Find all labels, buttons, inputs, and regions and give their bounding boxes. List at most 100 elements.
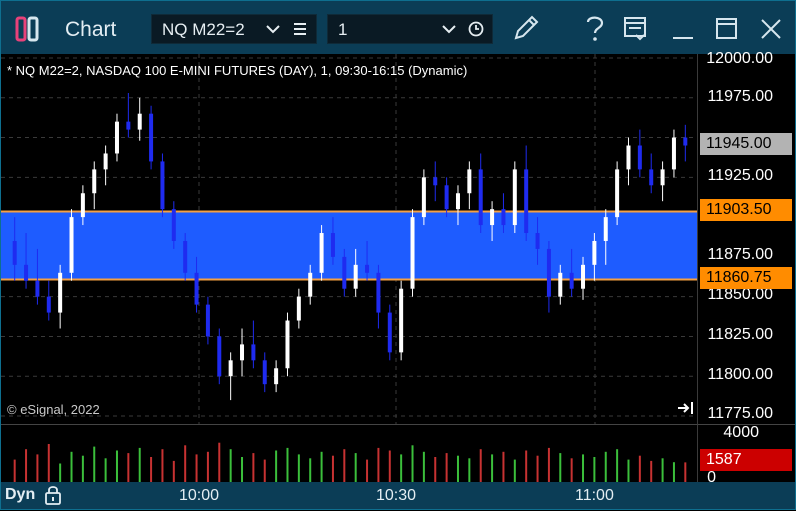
candle-up [671,137,676,170]
price-tick-label: 12000.00 [706,50,773,67]
volume-last-tag: 1587 [700,449,792,471]
pencil-icon[interactable] [511,13,541,48]
copyright-label: © eSignal, 2022 [7,402,100,417]
candle-down [330,233,335,257]
candle-up [69,217,74,273]
interval-value[interactable]: 1 [338,20,347,40]
band-top-price-tag: 11903.50 [700,199,792,221]
candle-up [615,169,620,218]
candle-down [683,137,688,146]
candle-down [342,256,347,289]
candle-down [649,169,654,186]
clock-icon[interactable] [468,21,484,42]
candle-up [319,233,324,273]
time-tick-label: 10:30 [376,487,417,504]
candle-down [262,360,267,385]
candle-down [160,161,165,210]
price-tick-label: 11975.00 [707,88,773,105]
candle-down [365,264,370,273]
candle-up [421,177,426,218]
candle-up [512,169,517,226]
candle-up [455,193,460,210]
time-axis[interactable]: Dyn 10:00 10:30 11:00 [1,482,795,509]
minimize-icon[interactable] [671,17,695,46]
candle-down [171,209,176,241]
candle-down [35,280,40,297]
title-bar: Chart NQ M22=2 1 [1,1,795,54]
candle-down [569,272,574,289]
candle-down [535,233,540,249]
candle-down [444,185,449,210]
chart-header: * NQ M22=2, NASDAQ 100 E-MINI FUTURES (D… [7,63,468,78]
price-tick-label: 11875.00 [707,246,773,263]
symbol-combo[interactable]: NQ M22=2 [151,14,317,44]
candle-up [558,272,563,297]
time-tick-label: 11:00 [575,487,614,504]
candle-down [501,209,506,226]
symbol-value[interactable]: NQ M22=2 [162,20,245,40]
candle-down [387,312,392,353]
price-chart[interactable]: * NQ M22=2, NASDAQ 100 E-MINI FUTURES (D… [1,54,697,424]
price-tick-label: 11925.00 [707,167,773,184]
candle-up [603,217,608,241]
candle-up [308,272,313,297]
price-axis[interactable]: 12000.00 11975.00 11925.00 11875.00 1185… [697,50,795,424]
candle-up [92,169,97,194]
list-icon[interactable] [292,21,308,42]
candle-down [478,169,483,226]
price-tick-label: 11775.00 [707,405,773,422]
candle-down [217,336,222,377]
candle-down [46,296,51,313]
volume-axis: 4000 1587 0 [697,424,795,486]
candle-down [183,240,188,273]
candle-down [24,264,29,281]
candle-up [240,344,245,361]
chevron-down-icon[interactable] [265,21,281,42]
dyn-mode-label[interactable]: Dyn [5,486,35,504]
candle-down [546,248,551,297]
last-price-tag: 11945.00 [700,133,792,155]
candle-up [228,360,233,377]
candle-down [194,272,199,305]
candle-down [205,304,210,337]
candle-up [58,272,63,313]
scroll-to-end-icon[interactable] [677,401,695,420]
candle-up [490,209,495,226]
candle-up [285,320,290,369]
candle-up [626,145,631,170]
candle-down [251,344,256,361]
price-tick-label: 11800.00 [707,366,773,383]
template-icon[interactable] [623,15,649,46]
app-logo-icon [15,16,49,47]
volume-plot[interactable] [1,425,697,483]
candle-up [660,169,665,186]
band-bottom-price-tag: 11860.75 [700,267,792,289]
close-icon[interactable] [759,17,783,46]
candle-down [126,121,131,130]
candle-up [103,153,108,170]
app-title: Chart [65,18,117,41]
candle-up [592,240,597,265]
candle-up [296,296,301,321]
help-icon[interactable] [584,13,606,48]
candle-down [149,113,154,162]
candle-down [376,272,381,313]
candle-up [274,368,279,385]
candle-up [399,288,404,353]
candle-up [114,121,119,154]
price-plot[interactable] [1,54,697,424]
price-tick-label: 11825.00 [707,326,773,343]
candle-up [80,193,85,218]
candle-up [581,264,586,289]
lock-icon[interactable] [44,484,62,511]
candle-down [637,145,642,170]
candle-down [524,169,529,234]
volume-pane[interactable] [1,424,697,483]
maximize-icon[interactable] [715,17,739,46]
time-tick-label: 10:00 [179,487,220,504]
candle-down [433,177,438,186]
volume-max-label: 4000 [723,424,759,441]
chevron-down-icon[interactable] [441,21,457,42]
interval-combo[interactable]: 1 [327,14,493,44]
candle-down [12,240,17,265]
